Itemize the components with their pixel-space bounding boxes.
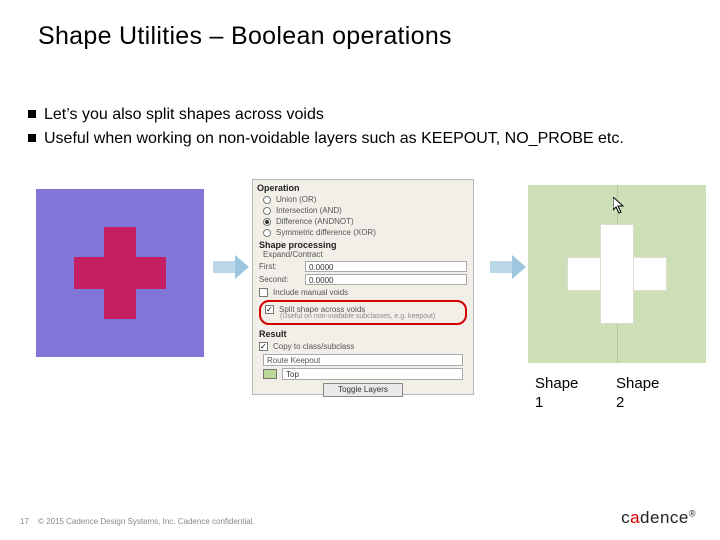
operation-radio-group: Union (OR) Intersection (AND) Difference… (263, 195, 463, 237)
radio-label: Symmetric difference (XOR) (276, 228, 376, 237)
operation-group-label: Operation (257, 183, 469, 193)
bullet-square-icon (28, 134, 36, 142)
footer: 17 © 2015 Cadence Design Systems, Inc. C… (0, 510, 720, 526)
subclass-field[interactable]: Top (282, 368, 463, 380)
checkbox-icon (259, 342, 268, 351)
crimson-cross-icon (74, 227, 166, 319)
radio-icon (263, 207, 271, 215)
copyright-text: © 2015 Cadence Design Systems, Inc. Cade… (38, 517, 255, 526)
copy-to-label: Copy to class/subclass (273, 342, 354, 351)
cross-vertical (104, 227, 136, 319)
bullet-text: Let’s you also split shapes across voids (44, 104, 678, 126)
include-voids-row[interactable]: Include manual voids (259, 288, 467, 297)
logo-c: c (621, 508, 630, 527)
class-field[interactable]: Route Keepout (263, 354, 463, 366)
cadence-logo: cadence® (621, 508, 696, 528)
result-group-label: Result (259, 329, 467, 339)
registered-mark: ® (689, 508, 696, 518)
bullet-item: Let’s you also split shapes across voids (28, 104, 678, 126)
checkbox-icon (259, 288, 268, 297)
bullet-list: Let’s you also split shapes across voids… (28, 104, 678, 153)
subclass-row: Top (263, 368, 463, 380)
logo-a: a (630, 508, 640, 527)
shape-1-label: Shape 1 (535, 375, 578, 413)
color-swatch-icon (263, 369, 277, 379)
first-field[interactable]: 0.0000 (305, 261, 467, 272)
include-voids-label: Include manual voids (273, 288, 348, 297)
result-shape-panel (528, 185, 706, 363)
arrow-right-icon (490, 261, 514, 273)
radio-label: Union (OR) (276, 195, 316, 204)
radio-icon (263, 218, 271, 226)
bullet-text: Useful when working on non-voidable laye… (44, 128, 678, 150)
radio-difference[interactable]: Difference (ANDNOT) (263, 217, 463, 226)
shape-2-label: Shape 2 (616, 375, 659, 413)
arrow-right-icon (213, 261, 237, 273)
radio-icon (263, 229, 271, 237)
first-label: First: (259, 262, 299, 271)
void-cross-icon (567, 224, 667, 324)
bullet-item: Useful when working on non-voidable laye… (28, 128, 678, 150)
slide-title: Shape Utilities – Boolean operations (38, 22, 452, 51)
radio-label: Difference (ANDNOT) (276, 217, 354, 226)
bullet-square-icon (28, 110, 36, 118)
second-field[interactable]: 0.0000 (305, 274, 467, 285)
second-label: Second: (259, 275, 299, 284)
toggle-layers-button[interactable]: Toggle Layers (323, 383, 403, 397)
shape-2-text: Shape 2 (616, 375, 659, 413)
radio-intersection[interactable]: Intersection (AND) (263, 206, 463, 215)
slide: Shape Utilities – Boolean operations Let… (0, 0, 720, 540)
split-voids-highlight: Split shape across voids (Useful on non-… (259, 300, 467, 325)
shape-processing-label: Shape processing (259, 240, 467, 250)
boolean-options-dialog: Operation Union (OR) Intersection (AND) … (252, 179, 474, 395)
radio-label: Intersection (AND) (276, 206, 342, 215)
radio-symmetric-difference[interactable]: Symmetric difference (XOR) (263, 228, 463, 237)
class-field-row: Route Keepout (263, 354, 463, 366)
cross-vertical (600, 224, 634, 324)
second-row: Second: 0.0000 (259, 274, 467, 285)
source-shape-panel (36, 189, 204, 357)
copy-to-row[interactable]: Copy to class/subclass (259, 342, 467, 351)
shape-1-text: Shape 1 (535, 375, 578, 413)
checkbox-icon (265, 305, 274, 314)
radio-icon (263, 196, 271, 204)
first-row: First: 0.0000 (259, 261, 467, 272)
expand-contract-label: Expand/Contract (263, 250, 463, 259)
illustration-area: Operation Union (OR) Intersection (AND) … (0, 175, 720, 455)
split-voids-sublabel: (Useful on non-voidable subclasses, e.g.… (280, 313, 461, 320)
page-number: 17 (20, 517, 29, 526)
logo-rest: dence (640, 508, 689, 527)
radio-union[interactable]: Union (OR) (263, 195, 463, 204)
